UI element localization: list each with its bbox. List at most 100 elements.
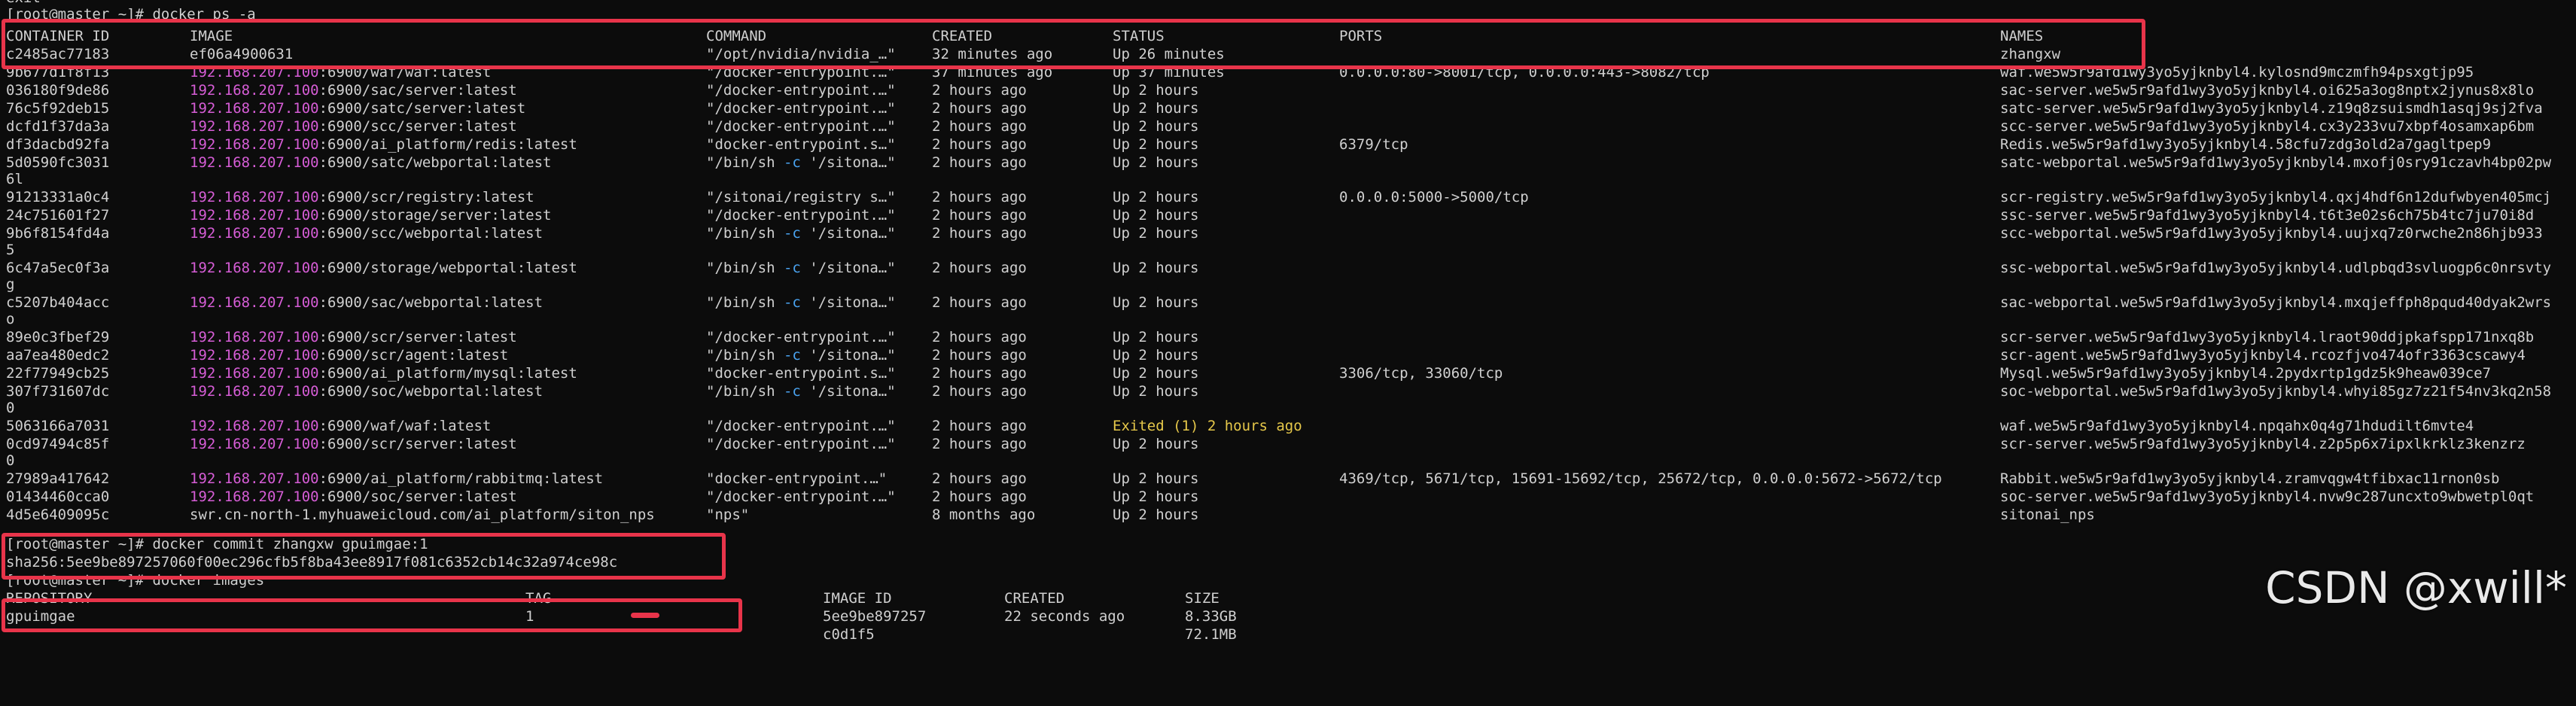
container-id: dcfd1f37da3a [6,118,110,135]
container-row[interactable]: 27989a417642 192.168.207.100:6900/ai_plat… [0,470,2576,487]
container-row[interactable]: 9b6f8154fd4a 192.168.207.100:6900/scc/web… [0,225,2576,242]
container-row[interactable]: 22f77949cb25 192.168.207.100:6900/ai_plat… [0,365,2576,382]
wrap-overflow: g [6,276,15,293]
container-row[interactable]: 0cd97494c85f 192.168.207.100:6900/scr/ser… [0,436,2576,452]
highlight-commit [2,533,726,580]
exit-line: exit [0,0,2576,6]
wrapped-line: 0 [0,400,2576,416]
container-id: 9b6f8154fd4a [6,225,110,242]
container-row[interactable]: dcfd1f37da3a 192.168.207.100:6900/scc/ser… [0,118,2576,135]
col-image-id: IMAGE ID [823,590,892,607]
registry-ip: 192.168.207.100 [190,260,319,276]
container-name: satc-webportal.we5w5r9afd1wy3yo5yjknbyl4… [2000,154,2552,171]
container-row[interactable]: 036180f9de86 192.168.207.100:6900/sac/ser… [0,82,2576,99]
container-image: 192.168.207.100:6900/satc/server:latest [190,100,526,117]
container-command: "nps" [706,507,750,523]
container-row[interactable]: c5207b404acc 192.168.207.100:6900/sac/web… [0,294,2576,311]
container-name: soc-webportal.we5w5r9afd1wy3yo5yjknbyl4.… [2000,383,2552,400]
registry-ip: 192.168.207.100 [190,365,319,382]
container-command: "/docker-entrypoint.…" [706,207,896,224]
container-command: "docker-entrypoint.s…" [706,136,896,153]
container-row[interactable]: 76c5f92deb15 192.168.207.100:6900/satc/se… [0,100,2576,117]
container-ports: 4369/tcp, 5671/tcp, 15691-15692/tcp, 256… [1339,470,1942,487]
container-status: Up 2 hours [1113,82,1199,99]
container-id: aa7ea480edc2 [6,347,110,364]
wrapped-line: 6l [0,171,2576,187]
container-created: 2 hours ago [932,329,1027,345]
wrapped-line: g [0,276,2576,293]
container-status: Up 2 hours [1113,365,1199,382]
container-created: 2 hours ago [932,418,1027,434]
container-name: Mysql.we5w5r9afd1wy3yo5yjknbyl4.2pydxrtp… [2000,365,2492,382]
container-status: Up 2 hours [1113,136,1199,153]
container-row[interactable]: 5063166a7031 192.168.207.100:6900/waf/waf… [0,418,2576,434]
container-command: "/docker-entrypoint.…" [706,118,896,135]
container-ports: 0.0.0.0:5000->5000/tcp [1339,189,1529,205]
registry-ip: 192.168.207.100 [190,470,319,487]
registry-ip: 192.168.207.100 [190,488,319,505]
container-image: 192.168.207.100:6900/ai_platform/mysql:l… [190,365,577,382]
container-command: "/docker-entrypoint.…" [706,329,896,345]
highlight-container-row [2,19,2145,69]
container-created: 2 hours ago [932,436,1027,452]
registry-ip: 192.168.207.100 [190,82,319,99]
exit-command: exit [6,0,41,6]
container-row[interactable]: 01434460cca0 192.168.207.100:6900/soc/ser… [0,488,2576,505]
container-row[interactable]: 5d0590fc3031 192.168.207.100:6900/satc/we… [0,154,2576,171]
container-id: 24c751601f27 [6,207,110,224]
container-row[interactable]: 4d5e6409095c swr.cn-north-1.myhuaweicloud… [0,507,2576,523]
shell-flag: -c [783,383,801,400]
container-row[interactable]: df3dacbd92fa 192.168.207.100:6900/ai_plat… [0,136,2576,153]
registry-ip: 192.168.207.100 [190,418,319,434]
container-status: Up 2 hours [1113,225,1199,242]
container-image: 192.168.207.100:6900/satc/webportal:late… [190,154,552,171]
container-status: Up 2 hours [1113,507,1199,523]
container-status: Up 2 hours [1113,189,1199,205]
registry-ip: 192.168.207.100 [190,225,319,242]
container-status: Up 2 hours [1113,329,1199,345]
container-command: "/docker-entrypoint.…" [706,436,896,452]
container-status: Up 2 hours [1113,383,1199,400]
image-created: 22 seconds ago [1004,608,1125,625]
container-row[interactable]: 6c47a5ec0f3a 192.168.207.100:6900/storage… [0,260,2576,276]
container-created: 2 hours ago [932,383,1027,400]
container-created: 2 hours ago [932,154,1027,171]
container-created: 2 hours ago [932,118,1027,135]
container-command: "docker-entrypoint.…" [706,470,888,487]
container-ports: 3306/tcp, 33060/tcp [1339,365,1503,382]
container-id: 6c47a5ec0f3a [6,260,110,276]
container-image: 192.168.207.100:6900/scr/server:latest [190,329,517,345]
container-id: 22f77949cb25 [6,365,110,382]
container-command: "/bin/sh -c '/sitona…" [706,260,896,276]
container-name: scc-webportal.we5w5r9afd1wy3yo5yjknbyl4.… [2000,225,2543,242]
container-row[interactable]: 89e0c3fbef29 192.168.207.100:6900/scr/ser… [0,329,2576,345]
wrapped-line: 5 [0,242,2576,258]
shell-flag: -c [783,154,801,171]
wrap-overflow: o [6,311,15,327]
container-created: 2 hours ago [932,488,1027,505]
container-created: 2 hours ago [932,260,1027,276]
container-row[interactable]: 91213331a0c4 192.168.207.100:6900/scr/reg… [0,189,2576,205]
image-size: 8.33GB [1185,608,1237,625]
container-id: 036180f9de86 [6,82,110,99]
container-id: 0cd97494c85f [6,436,110,452]
container-name: soc-server.we5w5r9afd1wy3yo5yjknbyl4.nvw… [2000,488,2535,505]
registry-ip: 192.168.207.100 [190,100,319,117]
container-image: 192.168.207.100:6900/storage/webportal:l… [190,260,577,276]
container-image: 192.168.207.100:6900/soc/server:latest [190,488,517,505]
annotation-mark [631,613,659,618]
container-row[interactable]: 307f731607dc 192.168.207.100:6900/soc/web… [0,383,2576,400]
container-status: Up 2 hours [1113,470,1199,487]
container-command: "/docker-entrypoint.…" [706,418,896,434]
container-command: "/bin/sh -c '/sitona…" [706,154,896,171]
container-row[interactable]: aa7ea480edc2 192.168.207.100:6900/scr/age… [0,347,2576,364]
container-row[interactable]: 24c751601f27 192.168.207.100:6900/storage… [0,207,2576,224]
registry-ip: 192.168.207.100 [190,154,319,171]
container-created: 2 hours ago [932,207,1027,224]
container-command: "docker-entrypoint.s…" [706,365,896,382]
registry-ip: 192.168.207.100 [190,436,319,452]
terminal-window[interactable]: exit [root@master ~]# docker ps -a CONTA… [0,0,2576,643]
container-status: Up 2 hours [1113,260,1199,276]
container-status: Up 2 hours [1113,100,1199,117]
container-created: 2 hours ago [932,347,1027,364]
